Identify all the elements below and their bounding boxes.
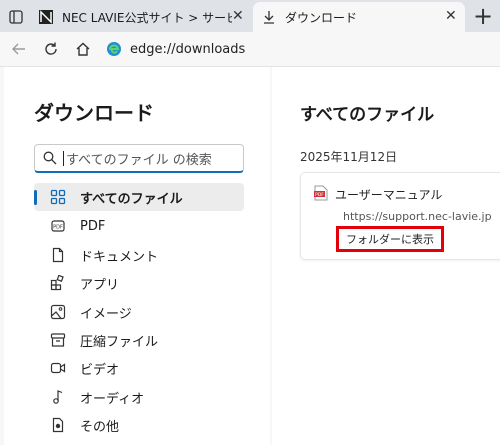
sidebar-item-images[interactable]: イメージ	[34, 298, 244, 326]
tab-title: NEC LAVIE公式サイト > サービス&サ	[62, 10, 232, 25]
pdf-icon: PDF	[46, 216, 70, 236]
svg-text:PDF: PDF	[53, 225, 63, 231]
sidebar-item-audio[interactable]: オーディオ	[34, 383, 244, 411]
sidebar-item-label: 圧縮ファイル	[80, 334, 159, 350]
svg-text:PDF: PDF	[315, 192, 324, 198]
text-caret	[63, 150, 64, 166]
address-url: edge://downloads	[130, 41, 246, 57]
sidebar-item-label: アプリ	[80, 277, 120, 293]
close-tab-icon[interactable]: ✕	[445, 8, 457, 24]
search-input[interactable]: すべてのファイル の検索	[34, 144, 244, 173]
tab-downloads[interactable]: ダウンロード ✕	[253, 2, 465, 32]
address-bar[interactable]: edge://downloads	[106, 37, 500, 61]
download-icon	[261, 9, 277, 25]
download-item-card[interactable]: PDF ユーザーマニュアル https://support.nec-lavie.…	[300, 172, 500, 260]
downloads-page: ダウンロード すべてのファイル の検索 すべてのファイル PDF PDF ドキュ…	[0, 67, 500, 445]
tab-actions-icon[interactable]	[8, 9, 24, 25]
tab-strip: NEC LAVIE公式サイト > サービス&サ ✕ ダウンロード ✕ +	[0, 0, 500, 32]
sidebar-item-pdf[interactable]: PDF PDF	[34, 212, 244, 240]
search-placeholder: すべてのファイル の検索	[66, 152, 212, 168]
refresh-icon[interactable]	[40, 38, 62, 60]
home-icon[interactable]	[72, 38, 94, 60]
nec-favicon	[38, 9, 54, 25]
search-icon	[43, 151, 57, 165]
image-icon	[46, 302, 70, 322]
back-icon[interactable]	[8, 38, 30, 60]
audio-icon	[46, 387, 70, 407]
other-icon	[46, 415, 70, 435]
sidebar-item-label: ビデオ	[80, 362, 120, 378]
sidebar-item-label: すべてのファイル	[80, 191, 183, 207]
file-name-link[interactable]: ユーザーマニュアル	[335, 186, 442, 203]
new-tab-icon[interactable]: +	[470, 4, 496, 30]
downloads-main: すべてのファイル 2025年11月12日 PDF ユーザーマニュアル https…	[272, 67, 500, 445]
sidebar-item-label: PDF	[80, 218, 106, 234]
apps-icon	[46, 273, 70, 293]
sidebar-item-all-files[interactable]: すべてのファイル	[34, 183, 244, 211]
address-toolbar: edge://downloads	[0, 32, 500, 67]
sidebar-item-label: オーディオ	[80, 391, 145, 407]
tab-title: ダウンロード	[285, 10, 358, 25]
show-in-folder-button[interactable]: フォルダーに表示	[336, 226, 444, 252]
page-title: すべてのファイル	[300, 105, 435, 125]
close-tab-icon[interactable]: ✕	[232, 8, 244, 24]
sidebar-item-label: ドキュメント	[80, 249, 159, 265]
sidebar-item-label: その他	[80, 419, 120, 435]
video-icon	[46, 358, 70, 378]
show-in-folder-label: フォルダーに表示	[346, 233, 434, 246]
sidebar-item-label: イメージ	[80, 306, 132, 322]
sidebar-item-other[interactable]: その他	[34, 411, 244, 439]
sidebar-item-documents[interactable]: ドキュメント	[34, 241, 244, 269]
sidebar-item-apps[interactable]: アプリ	[34, 269, 244, 297]
date-group-header: 2025年11月12日	[300, 150, 398, 164]
downloads-sidebar: ダウンロード すべてのファイル の検索 すべてのファイル PDF PDF ドキュ…	[4, 67, 270, 445]
archive-icon	[46, 330, 70, 350]
active-indicator	[34, 190, 37, 205]
sidebar-title: ダウンロード	[34, 101, 154, 125]
pdf-file-icon: PDF	[314, 185, 328, 201]
grid-icon	[46, 187, 70, 207]
file-source-url[interactable]: https://support.nec-lavie.jp	[343, 210, 492, 223]
sidebar-item-video[interactable]: ビデオ	[34, 354, 244, 382]
sidebar-item-archives[interactable]: 圧縮ファイル	[34, 326, 244, 354]
tab-nec-lavie[interactable]: NEC LAVIE公式サイト > サービス&サ ✕	[0, 2, 250, 32]
browser-window: NEC LAVIE公式サイト > サービス&サ ✕ ダウンロード ✕ + edg…	[0, 0, 500, 445]
edge-logo-icon	[106, 41, 122, 57]
document-icon	[46, 245, 70, 265]
